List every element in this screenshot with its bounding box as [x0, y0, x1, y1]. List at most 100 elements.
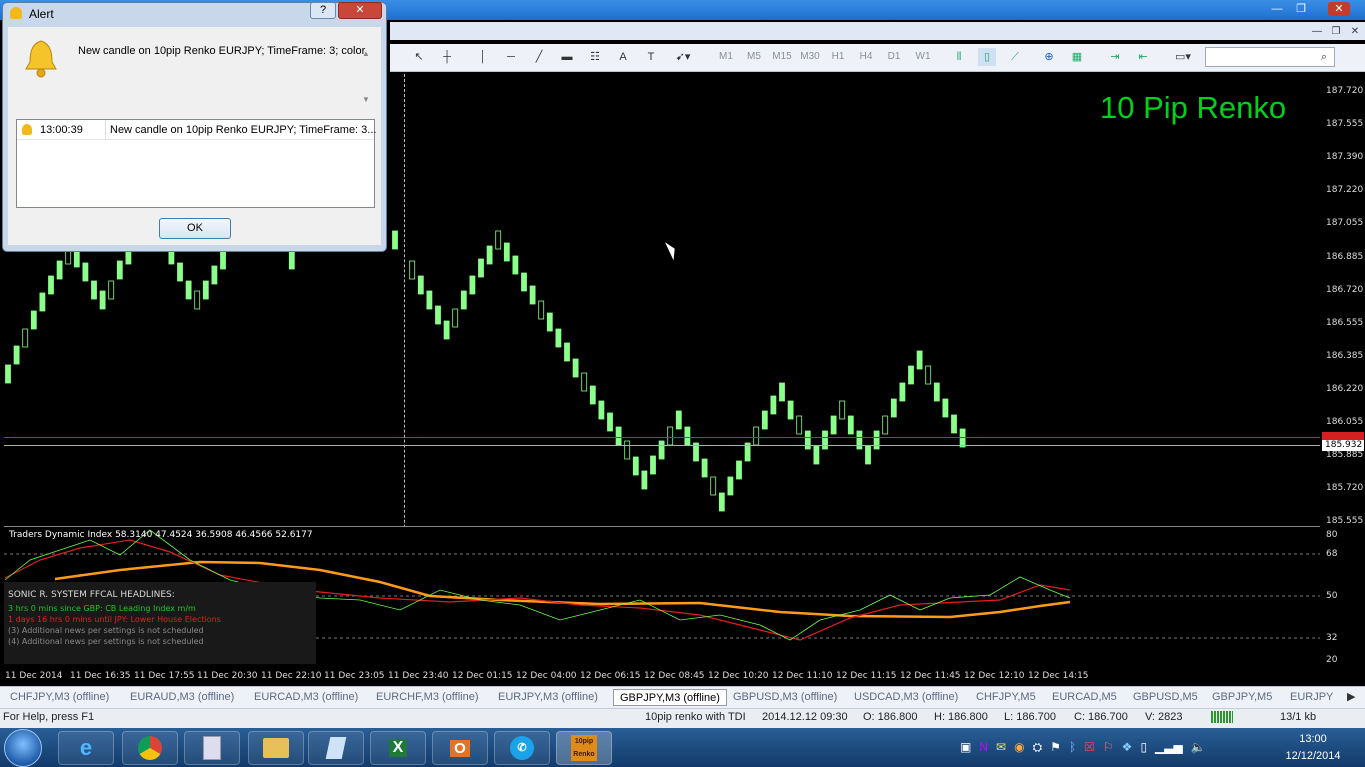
time-label: 11 Dec 23:40: [388, 671, 449, 681]
ok-button[interactable]: OK: [159, 218, 231, 239]
chart-tab[interactable]: EURCAD,M3 (offline): [254, 689, 358, 706]
tdi-level-label: 50: [1326, 591, 1338, 601]
chart-tab[interactable]: GBPUSD,M5: [1133, 689, 1198, 706]
chart-tab[interactable]: GBPJPY,M5: [1212, 689, 1272, 706]
onenote-icon[interactable]: N: [979, 740, 988, 756]
message-scrollbar[interactable]: ▲ ▼: [362, 45, 374, 107]
system-tray: ▣ N ✉ ◉ ⛭ ⚑ ᛒ ☒ ⚐ ❖ ▯ ▁▃▅ 🔈: [960, 740, 1260, 756]
time-label: 11 Dec 16:35: [70, 671, 131, 681]
outlook-icon[interactable]: O: [432, 731, 488, 765]
time-label: 12 Dec 08:45: [644, 671, 705, 681]
price-label: 187.720: [1326, 86, 1364, 96]
chart-close-button[interactable]: ✕: [1346, 24, 1364, 39]
list-column-divider: [105, 120, 106, 140]
time-label: 12 Dec 12:10: [964, 671, 1025, 681]
status-datetime: 2014.12.12 09:30: [762, 711, 848, 723]
time-label: 12 Dec 04:00: [516, 671, 577, 681]
tdi-title: Traders Dynamic Index 58.3140 47.4524 36…: [9, 530, 313, 540]
internet-explorer-icon[interactable]: e: [58, 731, 114, 765]
mail-icon[interactable]: ✉: [996, 740, 1006, 756]
news-line-3: (3) Additional news per settings is not …: [8, 626, 204, 635]
calculator-icon[interactable]: [184, 731, 240, 765]
time-label: 11 Dec 17:55: [134, 671, 195, 681]
chart-tab[interactable]: EURCAD,M5: [1052, 689, 1117, 706]
excel-icon[interactable]: X: [370, 731, 426, 765]
chart-tab[interactable]: CHFJPY,M3 (offline): [10, 689, 109, 706]
status-low: L: 186.700: [1004, 711, 1056, 723]
alert-message: New candle on 10pip Renko EURJPY; TimeFr…: [78, 45, 366, 57]
price-label: 186.720: [1326, 284, 1364, 295]
news-header: SONIC R. SYSTEM FFCAL HEADLINES:: [8, 590, 175, 600]
time-label: 12 Dec 01:15: [452, 671, 513, 681]
chart-tab[interactable]: GBPUSD,M3 (offline): [733, 689, 837, 706]
price-label: 187.055: [1326, 218, 1364, 229]
chart-tab[interactable]: EURCHF,M3 (offline): [376, 689, 479, 706]
device-icon[interactable]: ▯: [1140, 740, 1147, 756]
time-label: 12 Dec 10:20: [708, 671, 769, 681]
price-label: 185.885: [1326, 450, 1364, 461]
time-label: 11 Dec 20:30: [197, 671, 258, 681]
signal-icon[interactable]: ▁▃▅: [1155, 740, 1183, 756]
dropbox-icon[interactable]: ❖: [1122, 740, 1133, 756]
flag-icon[interactable]: ⚑: [1050, 740, 1061, 756]
renko-app-icon[interactable]: 10pip Renko: [556, 731, 612, 765]
price-label: 186.055: [1326, 417, 1364, 427]
price-label: 187.390: [1326, 152, 1364, 163]
chart-restore-button[interactable]: ❐: [1327, 24, 1345, 39]
alert-title: Alert: [29, 7, 54, 21]
help-button[interactable]: ?: [310, 2, 336, 19]
clock-date[interactable]: 12/12/2014: [1283, 750, 1343, 762]
clock-time[interactable]: 13:00: [1283, 733, 1343, 745]
chart-tab[interactable]: EURAUD,M3 (offline): [130, 689, 234, 706]
chart-tab[interactable]: EURJPY: [1290, 689, 1333, 706]
time-label: 12 Dec 06:15: [580, 671, 641, 681]
time-label: 12 Dec 11:15: [836, 671, 897, 681]
chart-tab[interactable]: GBPJPY,M3 (offline): [613, 689, 727, 706]
chart-tab[interactable]: EURJPY,M3 (offline): [498, 689, 598, 706]
status-profile: 10pip renko with TDI: [645, 711, 746, 723]
time-label: 11 Dec 2014: [5, 671, 63, 681]
tray-app-icon[interactable]: ▣: [960, 740, 971, 756]
price-label: 185.720: [1326, 483, 1364, 494]
time-label: 12 Dec 14:15: [1028, 671, 1089, 681]
bluetooth-icon[interactable]: ᛒ: [1069, 740, 1076, 756]
dialog-close-button[interactable]: ✕: [338, 2, 382, 19]
price-label: 186.885: [1326, 251, 1364, 262]
alert-title-bell-icon: [10, 7, 22, 19]
news-line-2: 1 days 16 hrs 0 mins until JPY: Lower Ho…: [8, 615, 221, 624]
tab-scroll-right-icon[interactable]: ▶: [1347, 689, 1355, 706]
time-label: 11 Dec 22:10: [261, 671, 322, 681]
status-volume: V: 2823: [1145, 711, 1183, 723]
chrome-icon[interactable]: [122, 731, 178, 765]
price-label: 186.385: [1326, 350, 1364, 361]
skype-icon[interactable]: ✆: [494, 731, 550, 765]
window-close-button[interactable]: ✕: [1328, 2, 1350, 16]
network-tray-icon[interactable]: ⛭: [1033, 740, 1043, 756]
time-label: 12 Dec 11:10: [772, 671, 833, 681]
price-label: 185.555: [1326, 516, 1364, 527]
action-center-icon[interactable]: ⚐: [1103, 740, 1114, 756]
list-bell-icon: [22, 124, 32, 135]
chart-tab[interactable]: USDCAD,M3 (offline): [854, 689, 958, 706]
file-explorer-icon[interactable]: [248, 731, 304, 765]
tdi-level-label: 80: [1326, 530, 1338, 540]
error-icon[interactable]: ☒: [1084, 740, 1095, 756]
price-label: 186.220: [1326, 383, 1364, 394]
list-item-text: New candle on 10pip Renko EURJPY; TimeFr…: [110, 124, 377, 136]
status-traffic: 13/1 kb: [1280, 711, 1317, 723]
tdi-level-label: 32: [1326, 633, 1338, 643]
notepad-icon[interactable]: [308, 731, 364, 765]
news-line-1: 3 hrs 0 mins since GBP: CB Leading Index…: [8, 604, 196, 613]
price-scale: [1320, 74, 1365, 668]
price-label: 187.220: [1326, 185, 1364, 196]
current-price-badge: 185.932: [1322, 440, 1364, 451]
chart-tab[interactable]: CHFJPY,M5: [976, 689, 1036, 706]
start-button-icon[interactable]: [4, 729, 42, 767]
time-label: 11 Dec 23:05: [324, 671, 385, 681]
list-item-time: 13:00:39: [40, 124, 83, 136]
status-high: H: 186.800: [934, 711, 988, 723]
volume-icon[interactable]: 🔈: [1191, 740, 1206, 756]
connection-bars-icon: [1211, 711, 1233, 723]
bell-icon: [22, 38, 60, 78]
outlook-tray-icon[interactable]: ◉: [1014, 740, 1024, 756]
